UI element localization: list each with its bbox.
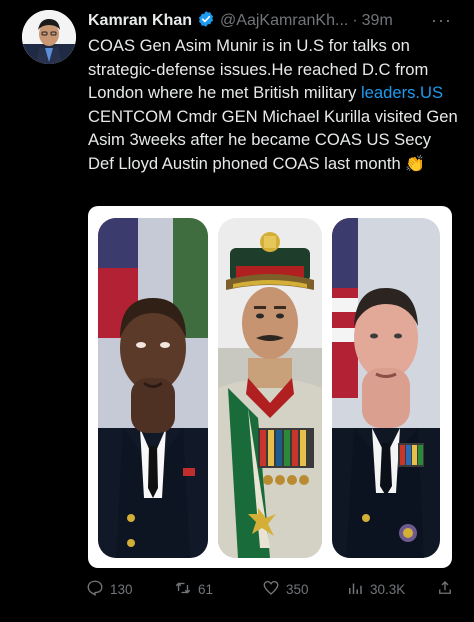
like-button[interactable]: 350: [262, 579, 309, 600]
portrait-center: [218, 218, 322, 558]
tweet-text-part-2: CENTCOM Cmdr GEN Michael Kurilla visited…: [88, 106, 458, 173]
retweet-icon: [174, 579, 192, 600]
tweet-body: COAS Gen Asim Munir is in U.S for talks …: [88, 34, 460, 176]
retweet-count: 61: [198, 581, 214, 597]
portrait-right: [332, 218, 440, 558]
tweet-timestamp[interactable]: 39m: [362, 12, 393, 30]
views-icon: [346, 579, 364, 600]
portrait-left: [98, 218, 208, 558]
author-avatar[interactable]: [22, 10, 76, 64]
separator-dot: ·: [352, 12, 358, 29]
tweet-link[interactable]: leaders.US: [361, 83, 443, 102]
views-button[interactable]: 30.3K: [346, 579, 405, 600]
retweet-button[interactable]: 61: [174, 579, 213, 600]
views-count: 30.3K: [370, 581, 406, 597]
heart-icon: [262, 579, 280, 600]
like-count: 350: [286, 581, 309, 597]
author-handle[interactable]: @AajKamranKh...: [220, 12, 348, 30]
share-icon: [436, 579, 454, 600]
tweet-header: Kamran Khan @AajKamranKh... · 39m ···: [88, 10, 464, 32]
verified-badge-icon: [192, 10, 215, 33]
author-name[interactable]: Kamran Khan: [88, 12, 192, 30]
more-options-icon[interactable]: ···: [431, 10, 452, 31]
clapping-hands-emoji: 👏: [405, 155, 426, 173]
reply-count: 130: [110, 581, 133, 597]
reply-button[interactable]: 130: [86, 579, 133, 600]
tweet-media-image[interactable]: [88, 206, 452, 568]
tweet-actions-bar: 130 61 350 30.3K: [86, 578, 458, 600]
share-button[interactable]: [436, 579, 454, 600]
reply-icon: [86, 579, 104, 600]
